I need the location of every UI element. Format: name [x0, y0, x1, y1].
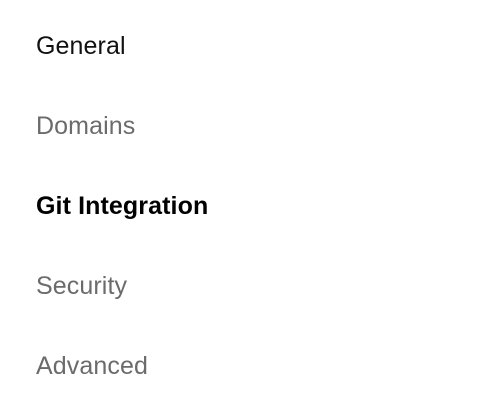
nav-item-security[interactable]: Security [36, 266, 127, 306]
settings-nav: General Domains Git Integration Security… [0, 0, 490, 420]
nav-item-advanced[interactable]: Advanced [36, 346, 148, 386]
nav-item-domains[interactable]: Domains [36, 106, 135, 146]
nav-item-git-integration[interactable]: Git Integration [36, 186, 208, 226]
nav-item-general[interactable]: General [36, 26, 126, 66]
